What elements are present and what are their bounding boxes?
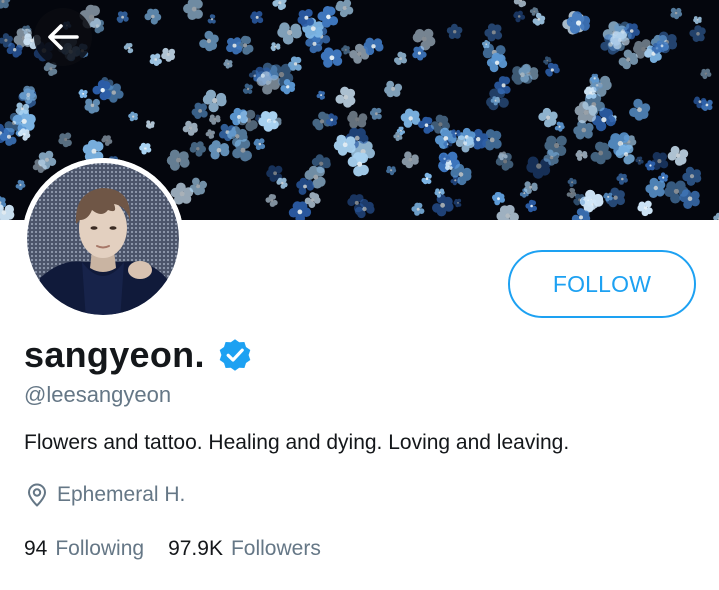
followers-stat[interactable]: 97.9K Followers: [168, 537, 321, 561]
avatar-photo: [22, 158, 184, 320]
followers-label: Followers: [230, 537, 321, 560]
following-stat[interactable]: 94 Following: [24, 537, 144, 561]
display-name-row: sangyeon.: [24, 334, 253, 376]
avatar[interactable]: [22, 158, 184, 320]
following-count: 94: [24, 537, 48, 560]
location-row: Ephemeral H.: [26, 483, 185, 507]
location-text: Ephemeral H.: [57, 483, 186, 506]
display-name: sangyeon.: [24, 334, 205, 375]
followers-count: 97.9K: [168, 537, 223, 560]
location-pin-icon: [28, 483, 46, 507]
profile-page: FOLLOW sangyeon. @leesangyeon Flowers an…: [0, 0, 719, 590]
follow-button[interactable]: FOLLOW: [508, 250, 696, 318]
profile-handle: @leesangyeon: [24, 382, 172, 407]
following-label: Following: [55, 537, 145, 560]
follow-stats: 94 Following 97.9K Followers: [24, 537, 321, 561]
back-button[interactable]: [34, 8, 92, 66]
arrow-left-icon: [48, 24, 79, 50]
follow-button-label: FOLLOW: [552, 270, 652, 297]
profile-bio: Flowers and tattoo. Healing and dying. L…: [24, 431, 570, 454]
verified-badge-icon: [219, 339, 251, 371]
